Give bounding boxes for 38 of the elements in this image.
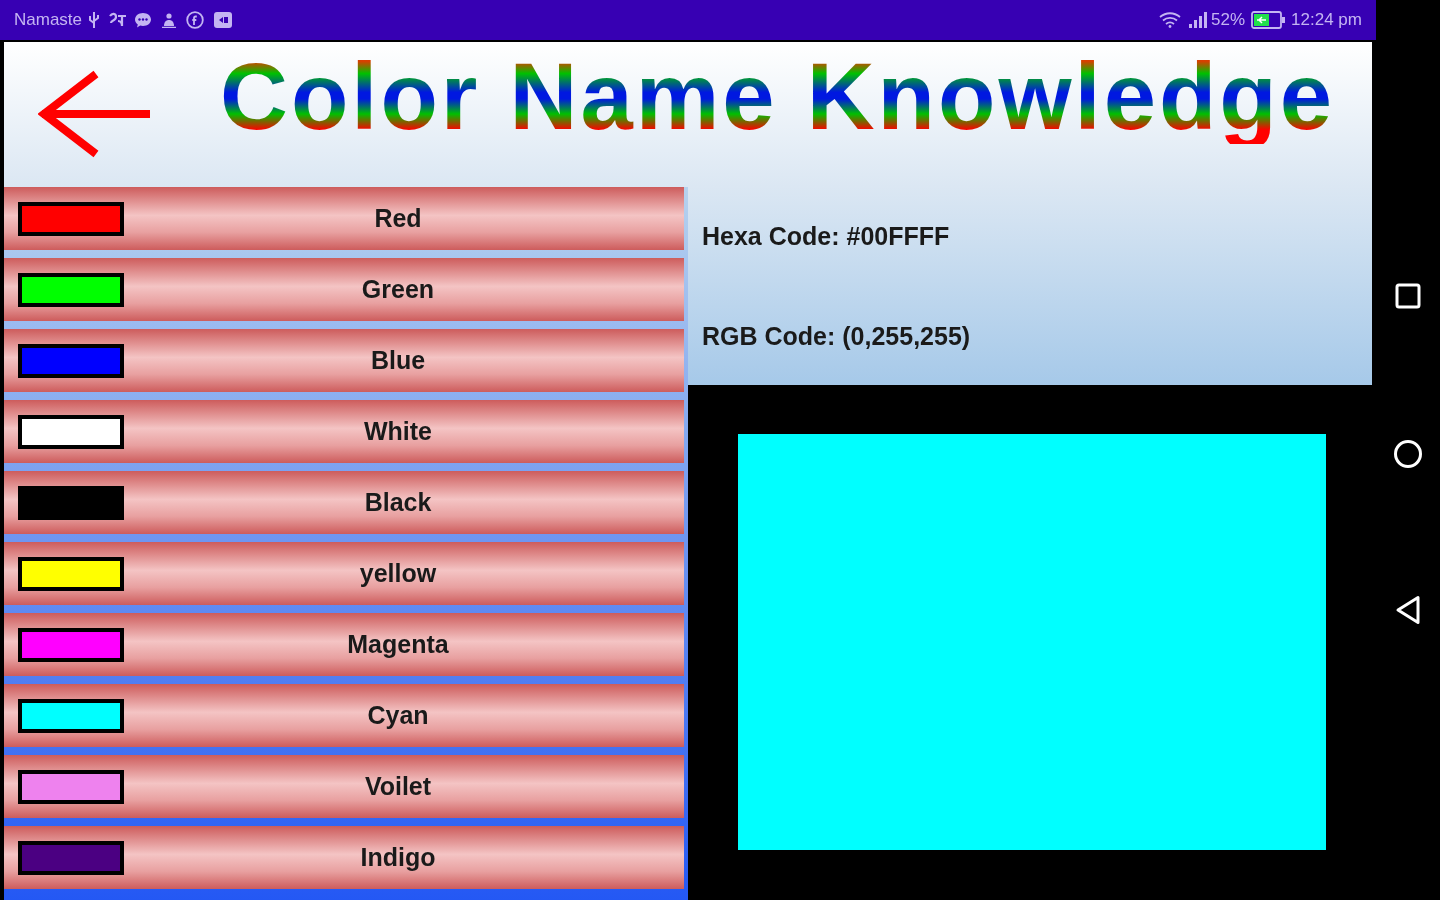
- glyph-icon: [108, 12, 129, 28]
- color-name: yellow: [358, 557, 438, 589]
- color-name: Blue: [369, 344, 427, 376]
- rgb-code-text: RGB Code: (0,255,255): [702, 321, 972, 351]
- status-label: Namaste: [14, 9, 83, 32]
- battery-icon: [1251, 11, 1286, 29]
- back-arrow-icon[interactable]: [38, 70, 152, 158]
- color-list-item[interactable]: Black: [4, 471, 684, 534]
- color-list-item[interactable]: Red: [4, 187, 684, 250]
- color-list-item[interactable]: Indigo: [4, 826, 684, 889]
- color-list-item[interactable]: Cyan: [4, 684, 684, 747]
- color-list-item[interactable]: Voilet: [4, 755, 684, 818]
- wifi-icon: [1159, 12, 1182, 28]
- triangle-icon[interactable]: [1395, 595, 1421, 625]
- color-list-item[interactable]: yellow: [4, 542, 684, 605]
- color-name: Cyan: [366, 699, 430, 731]
- image-icon: [214, 12, 233, 28]
- status-time: 12:24 pm: [1291, 9, 1362, 32]
- circle-letter-icon: [186, 11, 205, 29]
- person-icon: [162, 12, 177, 28]
- chat-bubble-icon: [134, 11, 153, 29]
- hex-code-text: Hexa Code: #00FFFF: [702, 221, 951, 251]
- color-name: Magenta: [346, 628, 450, 660]
- color-list-item[interactable]: White: [4, 400, 684, 463]
- color-name: Indigo: [359, 841, 437, 873]
- circle-icon[interactable]: [1393, 439, 1423, 469]
- color-name: Red: [373, 202, 423, 234]
- color-list-item[interactable]: Magenta: [4, 613, 684, 676]
- usb-icon: [88, 11, 101, 29]
- square-icon[interactable]: [1395, 283, 1421, 309]
- color-name: Green: [360, 273, 436, 305]
- color-list-item[interactable]: Blue: [4, 329, 684, 392]
- color-list-item[interactable]: Green: [4, 258, 684, 321]
- color-name: Voilet: [363, 770, 433, 802]
- battery-percent: 52%: [1211, 9, 1246, 32]
- signal-icon: [1189, 12, 1210, 28]
- color-name: White: [362, 415, 433, 447]
- color-name: Black: [363, 486, 433, 518]
